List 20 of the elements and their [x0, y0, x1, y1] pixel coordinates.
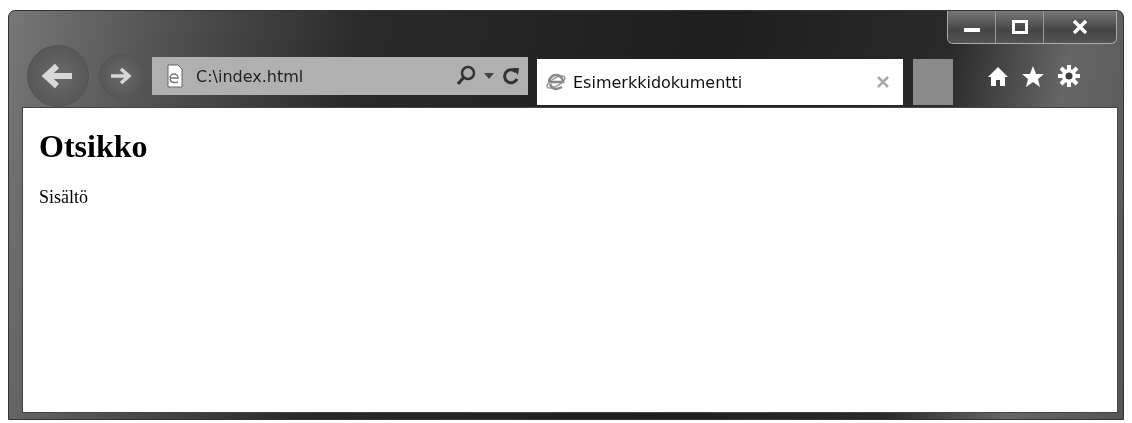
- page-icon: [164, 64, 184, 88]
- tab-title: Esimerkkidokumentti: [573, 72, 744, 92]
- star-icon[interactable]: [1021, 64, 1045, 88]
- browser-logo-icon: [545, 71, 567, 93]
- page-paragraph: Sisältö: [39, 187, 89, 208]
- maximize-button[interactable]: [996, 11, 1044, 43]
- home-icon[interactable]: [987, 65, 1009, 87]
- right-arrow-icon: [109, 66, 133, 86]
- address-field[interactable]: C:\index.html: [152, 57, 528, 95]
- search-icon[interactable]: [456, 65, 476, 87]
- refresh-icon[interactable]: [502, 66, 520, 86]
- address-text: C:\index.html: [196, 66, 305, 86]
- close-button[interactable]: [1044, 11, 1116, 43]
- dropdown-caret-icon[interactable]: [484, 73, 494, 79]
- page-heading: Otsikko: [39, 128, 149, 165]
- minimize-button[interactable]: [948, 11, 996, 43]
- maximize-icon: [1011, 20, 1028, 34]
- browser-tab[interactable]: Esimerkkidokumentti: [537, 59, 903, 105]
- close-icon: [1071, 20, 1089, 34]
- settings-icon[interactable]: [1057, 64, 1081, 88]
